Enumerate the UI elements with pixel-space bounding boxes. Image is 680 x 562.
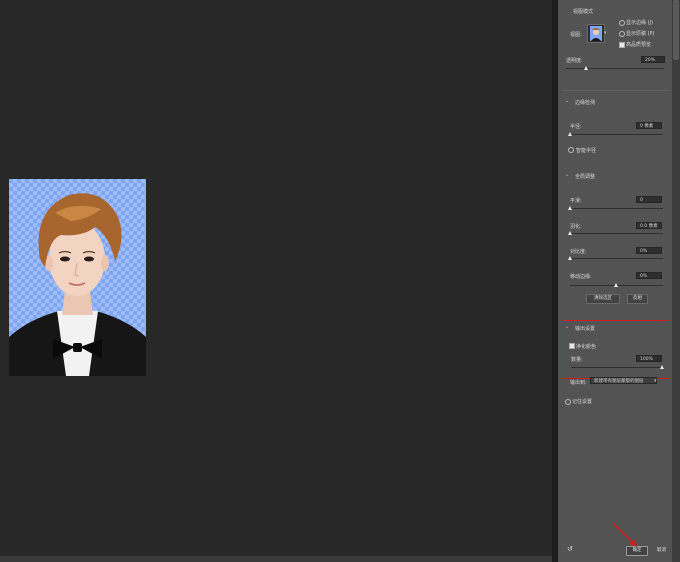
global-refine-chevron-icon[interactable]: ⌄ xyxy=(565,172,569,178)
view-mode-title: 视图模式 xyxy=(573,9,594,15)
smooth-slider-thumb[interactable] xyxy=(568,206,572,210)
feather-label: 羽化: xyxy=(570,224,582,230)
show-edge-radio[interactable] xyxy=(619,20,625,26)
smooth-slider-track[interactable] xyxy=(570,208,663,209)
feather-field[interactable]: 0.0 像素 xyxy=(636,222,662,229)
preview-photo xyxy=(9,179,146,376)
feather-slider-thumb[interactable] xyxy=(568,231,572,235)
smart-radius-label: 智能半径 xyxy=(576,148,597,154)
contrast-slider-track[interactable] xyxy=(570,258,663,259)
amount-label: 数量: xyxy=(571,357,583,363)
amount-slider-thumb[interactable] xyxy=(660,365,664,369)
cancel-button[interactable]: 取消 xyxy=(651,546,672,556)
panel-scrollbar-thumb[interactable] xyxy=(673,0,679,60)
show-edge-label: 显示边缘 (J) xyxy=(626,20,653,26)
shift-edge-slider-thumb[interactable] xyxy=(614,283,618,287)
amount-slider-track[interactable] xyxy=(571,367,664,368)
show-original-label: 显示原稿 (P) xyxy=(626,31,655,37)
clear-selection-button[interactable]: 清除选区 xyxy=(586,294,620,304)
section-divider xyxy=(562,90,668,91)
smart-radius-toggle[interactable] xyxy=(568,147,574,153)
output-chevron-icon[interactable]: ⌄ xyxy=(565,324,569,330)
portrait-thumbnail-icon xyxy=(590,26,602,41)
view-label: 视图: xyxy=(570,32,582,38)
output-to-chevron-icon[interactable]: ▾ xyxy=(654,378,657,384)
amount-field[interactable]: 100% xyxy=(636,355,662,362)
panel-scrollbar[interactable] xyxy=(672,0,680,562)
radius-field[interactable]: 0 像素 xyxy=(636,122,662,129)
high-quality-preview-checkbox[interactable] xyxy=(619,42,625,48)
high-quality-preview-label: 高品质预览 xyxy=(626,42,652,48)
radius-slider-track[interactable] xyxy=(570,134,663,135)
contrast-slider-thumb[interactable] xyxy=(568,256,572,260)
horizontal-scrollbar[interactable] xyxy=(0,556,552,562)
show-original-radio[interactable] xyxy=(619,31,625,37)
smooth-label: 平滑: xyxy=(570,198,582,204)
edge-detection-chevron-icon[interactable]: ⌄ xyxy=(565,98,569,104)
annotation-arrow-icon xyxy=(612,522,637,547)
output-to-select[interactable]: 新建带有图层蒙版的图层 xyxy=(590,377,657,384)
smooth-field[interactable]: 0 xyxy=(636,196,662,203)
decontaminate-label: 净化颜色 xyxy=(576,344,597,350)
view-dropdown-chevron-icon[interactable]: ▾ xyxy=(604,30,607,36)
reset-icon[interactable]: ↺ xyxy=(567,545,573,553)
properties-panel xyxy=(558,0,672,562)
contrast-label: 对比度: xyxy=(570,249,587,255)
transparency-slider-thumb[interactable] xyxy=(584,66,588,70)
feather-slider-track[interactable] xyxy=(570,233,663,234)
output-to-label: 输出到: xyxy=(570,380,587,386)
shift-edge-label: 移动边缘: xyxy=(570,274,592,280)
transparency-field[interactable]: 20% xyxy=(641,56,665,63)
transparency-label: 透明度: xyxy=(566,58,583,64)
edge-detection-title: 边缘检测 xyxy=(575,100,596,106)
remember-settings-label: 记住设置 xyxy=(572,399,593,405)
decontaminate-checkbox[interactable] xyxy=(569,343,575,349)
output-title: 输出设置 xyxy=(575,326,596,332)
contrast-field[interactable]: 0% xyxy=(636,247,662,254)
invert-button[interactable]: 反相 xyxy=(627,294,648,304)
radius-label: 半径: xyxy=(570,124,582,130)
remember-settings-toggle[interactable] xyxy=(565,399,571,405)
output-to-value: 新建带有图层蒙版的图层 xyxy=(594,379,644,384)
shift-edge-field[interactable]: 0% xyxy=(636,272,662,279)
global-refine-title: 全局调整 xyxy=(575,174,596,180)
radius-slider-thumb[interactable] xyxy=(568,132,572,136)
view-thumbnail-dropdown[interactable] xyxy=(587,24,605,43)
transparency-slider-track[interactable] xyxy=(566,68,664,69)
